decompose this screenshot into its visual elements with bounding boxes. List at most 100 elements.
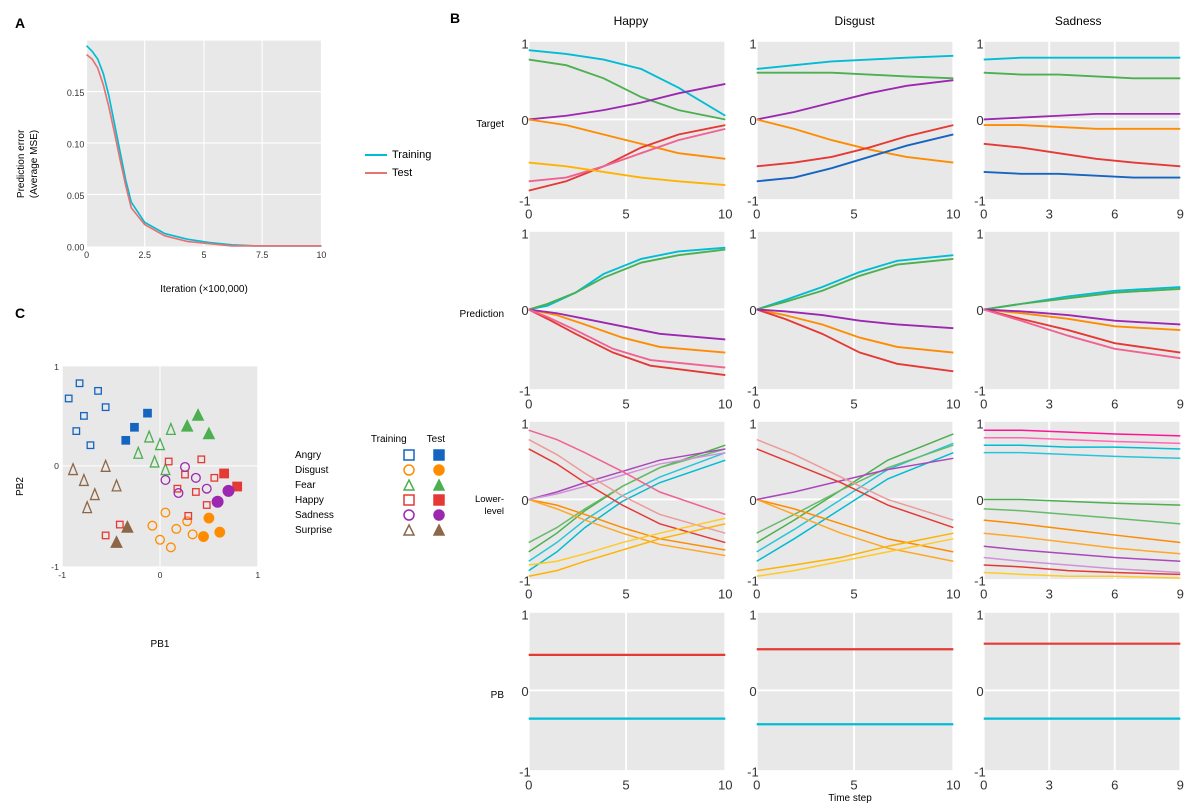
svg-text:0: 0 <box>977 684 984 699</box>
chart-c: C PB2 <box>10 300 450 655</box>
svg-text:0: 0 <box>525 777 532 792</box>
main-container: A Prediction error(Average MSE) <box>0 0 1200 665</box>
c-legend-header-test: Test <box>427 434 445 445</box>
c-legend-header-training: Training <box>371 434 407 445</box>
svg-text:1: 1 <box>521 417 528 432</box>
svg-text:0: 0 <box>521 303 528 318</box>
svg-text:2.5: 2.5 <box>138 250 150 260</box>
cell-disgust-lower: -1 0 1 0 5 10 <box>738 410 963 600</box>
svg-text:1: 1 <box>977 36 984 51</box>
chart-c-y-label: PB2 <box>15 323 35 650</box>
svg-text:5: 5 <box>850 777 857 792</box>
col-header-disgust: Disgust <box>743 14 967 28</box>
cell-sadness-lower: -1 0 1 0 3 6 9 <box>965 410 1190 600</box>
col-header-happy: Happy <box>519 14 743 28</box>
legend-row-fear: Fear <box>295 479 445 491</box>
svg-text:1: 1 <box>749 607 756 622</box>
legend-row-surprise: Surprise <box>295 524 445 536</box>
svg-text:0: 0 <box>158 570 163 580</box>
svg-text:-1: -1 <box>58 570 66 580</box>
svg-text:0.15: 0.15 <box>67 88 84 98</box>
svg-text:1: 1 <box>977 607 984 622</box>
svg-text:10: 10 <box>946 777 961 792</box>
svg-text:0.00: 0.00 <box>67 242 84 252</box>
grid-row-lower-level: Lower-level -1 0 1 <box>450 410 1190 600</box>
chart-c-x-label: PB1 <box>35 639 285 650</box>
chart-a-x-label: Iteration (×100,000) <box>53 284 355 295</box>
panel-c-label: C <box>15 305 445 321</box>
cell-disgust-pb: -1 0 1 0 5 10 <box>738 601 963 791</box>
svg-text:1: 1 <box>521 607 528 622</box>
chart-c-svg: -1 0 1 -1 0 1 <box>35 323 285 637</box>
panel-b-label: B <box>450 10 460 26</box>
cell-sadness-pb: -1 0 1 0 3 6 9 <box>965 601 1190 791</box>
test-legend-label: Test <box>392 167 412 179</box>
svg-text:0: 0 <box>54 461 59 471</box>
svg-text:0: 0 <box>749 113 756 128</box>
chart-c-legend: Training Test Angry Disgust <box>285 323 445 650</box>
col-header-sadness: Sadness <box>966 14 1190 28</box>
cell-happy-target: -1 0 1 0 5 10 <box>510 30 735 220</box>
grid-row-pb: PB -1 0 1 <box>450 601 1190 791</box>
svg-text:0: 0 <box>753 777 760 792</box>
svg-text:0: 0 <box>521 113 528 128</box>
chart-a-y-label: Prediction error(Average MSE) <box>15 33 53 295</box>
svg-text:1: 1 <box>749 36 756 51</box>
test-legend-line <box>365 172 387 174</box>
svg-text:1: 1 <box>255 570 260 580</box>
svg-text:5: 5 <box>202 250 207 260</box>
svg-text:0.10: 0.10 <box>67 139 84 149</box>
cell-disgust-prediction: -1 0 1 0 5 10 <box>738 220 963 410</box>
row-label-pb: PB <box>450 690 510 702</box>
svg-text:1: 1 <box>977 227 984 242</box>
left-panel: A Prediction error(Average MSE) <box>10 10 450 655</box>
row-label-target: Target <box>450 119 510 131</box>
cell-disgust-target: -1 0 1 0 5 10 <box>738 30 963 220</box>
svg-text:6: 6 <box>1111 777 1118 792</box>
b-x-axis-label: Time step <box>450 791 1190 804</box>
svg-text:1: 1 <box>54 362 59 372</box>
panel-a-label: A <box>15 15 445 31</box>
svg-text:0: 0 <box>977 494 984 509</box>
row-label-lower-level: Lower-level <box>450 494 510 517</box>
cell-happy-prediction: -1 0 1 0 5 10 <box>510 220 735 410</box>
chart-a-legend: Training Test <box>355 33 445 295</box>
svg-text:1: 1 <box>749 227 756 242</box>
row-label-prediction: Prediction <box>450 309 510 321</box>
legend-row-sadness: Sadness <box>295 509 445 521</box>
svg-text:10: 10 <box>316 250 326 260</box>
svg-text:3: 3 <box>1046 777 1053 792</box>
svg-text:1: 1 <box>521 36 528 51</box>
right-panel: B Happy Disgust Sadness Target <box>450 10 1190 655</box>
training-legend-line <box>365 154 387 156</box>
svg-text:1: 1 <box>521 227 528 242</box>
svg-text:0: 0 <box>980 777 987 792</box>
svg-text:1: 1 <box>749 417 756 432</box>
chart-a-svg: 0.00 0.05 0.10 0.15 0 2.5 5 7.5 10 <box>53 33 355 282</box>
cell-happy-pb: -1 0 1 0 5 10 <box>510 601 735 791</box>
cell-sadness-target: -1 0 1 0 3 6 9 <box>965 30 1190 220</box>
svg-text:0: 0 <box>749 303 756 318</box>
cell-happy-lower: -1 0 1 0 5 10 <box>510 410 735 600</box>
svg-text:0: 0 <box>521 684 528 699</box>
svg-text:1: 1 <box>977 417 984 432</box>
svg-text:0: 0 <box>84 250 89 260</box>
chart-a: A Prediction error(Average MSE) <box>10 10 450 300</box>
svg-text:5: 5 <box>622 777 629 792</box>
svg-text:10: 10 <box>718 777 733 792</box>
legend-row-happy: Happy <box>295 494 445 506</box>
svg-text:0: 0 <box>749 684 756 699</box>
svg-text:0: 0 <box>977 303 984 318</box>
svg-text:0: 0 <box>521 494 528 509</box>
grid-row-prediction: Prediction -1 0 1 <box>450 220 1190 410</box>
svg-text:0: 0 <box>977 113 984 128</box>
svg-text:7.5: 7.5 <box>256 250 268 260</box>
svg-text:9: 9 <box>1177 777 1184 792</box>
legend-row-disgust: Disgust <box>295 464 445 476</box>
training-legend-label: Training <box>392 149 431 161</box>
svg-text:0: 0 <box>749 494 756 509</box>
legend-row-angry: Angry <box>295 449 445 461</box>
grid-row-target: Target -1 0 <box>450 30 1190 220</box>
cell-sadness-prediction: -1 0 1 0 3 6 9 <box>965 220 1190 410</box>
svg-text:0.05: 0.05 <box>67 191 84 201</box>
